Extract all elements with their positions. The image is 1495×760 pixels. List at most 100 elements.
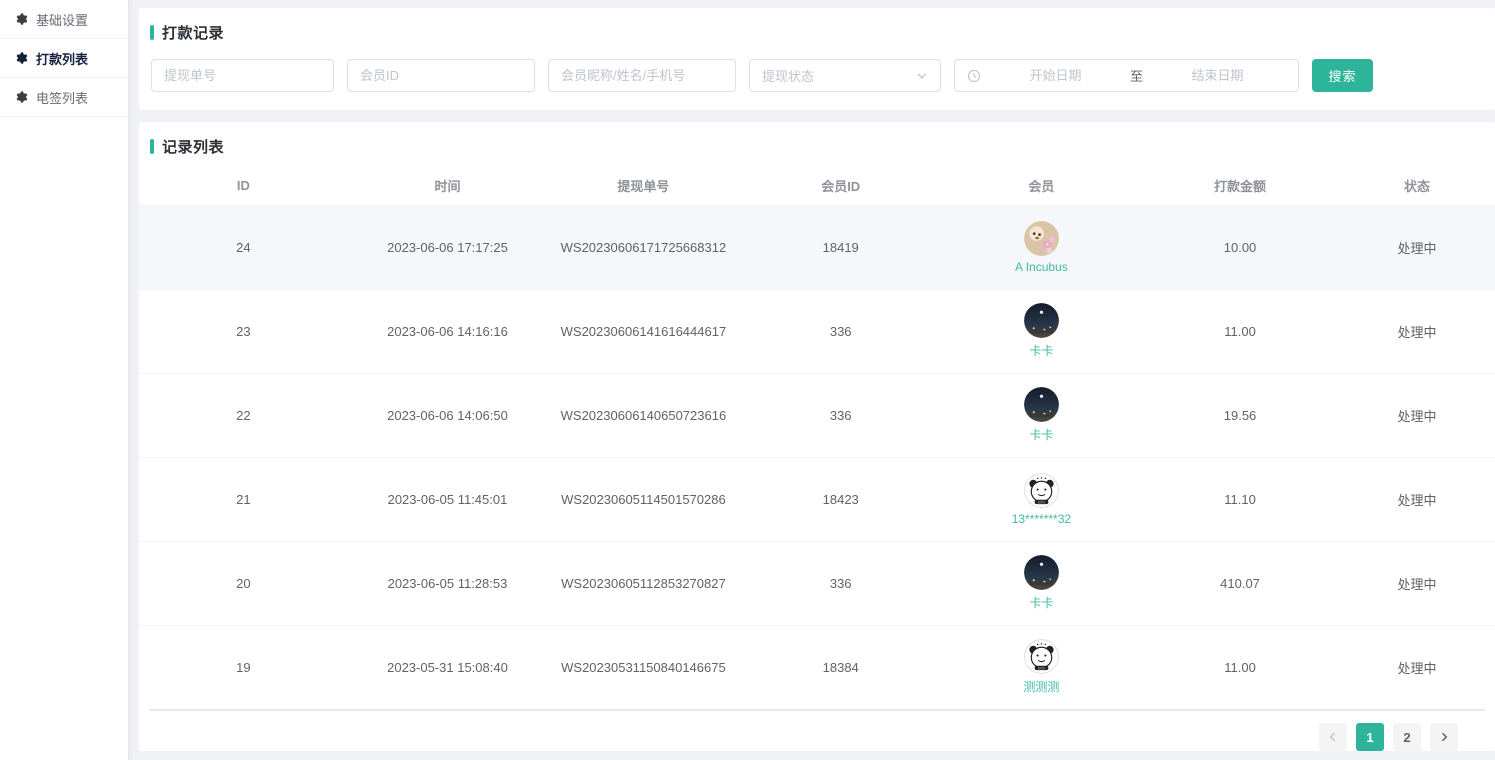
cell-time: 2023-05-31 15:08:40 [348, 625, 547, 709]
cell-status: 处理中 [1339, 289, 1495, 373]
cell-time: 2023-06-06 14:06:50 [348, 373, 547, 457]
sidebar-item-label: 电签列表 [36, 88, 88, 107]
cell-time: 2023-06-05 11:45:01 [348, 457, 547, 541]
svg-text:表情包: 表情包 [1038, 500, 1046, 504]
cell-member: 卡卡 [942, 541, 1141, 625]
cell-amount: 11.00 [1141, 625, 1339, 709]
cell-member-id: 336 [740, 373, 942, 457]
cell-amount: 10.00 [1141, 205, 1339, 289]
cell-member-id: 18423 [740, 457, 942, 541]
chevron-right-icon [1438, 731, 1450, 743]
prev-page-button[interactable] [1319, 723, 1347, 751]
chevron-left-icon [1327, 731, 1339, 743]
table-row: 23 2023-06-06 14:16:16 WS202306061416164… [139, 289, 1495, 373]
panda-meme-avatar: 表情包 [1024, 473, 1059, 508]
chevron-down-icon [916, 70, 928, 82]
member-id-input[interactable] [347, 59, 535, 92]
cell-id: 23 [139, 289, 348, 373]
cell-id: 19 [139, 625, 348, 709]
next-page-button[interactable] [1430, 723, 1458, 751]
member-name-link[interactable]: A Incubus [1015, 260, 1068, 274]
filter-row: 提现状态 至 搜索 [150, 59, 1479, 92]
clock-icon [967, 69, 981, 83]
cell-member-id: 18384 [740, 625, 942, 709]
records-panel-title: 记录列表 [139, 136, 1495, 157]
column-header: 状态 [1339, 167, 1495, 205]
gear-icon [14, 51, 28, 65]
cell-order-no: WS20230606141616444617 [547, 289, 740, 373]
end-date-input[interactable] [1149, 68, 1286, 83]
sidebar-item-基础设置[interactable]: 基础设置 [0, 0, 128, 39]
cell-id: 20 [139, 541, 348, 625]
gear-icon [14, 12, 28, 26]
cell-order-no: WS20230606171725668312 [547, 205, 740, 289]
cell-status: 处理中 [1339, 625, 1495, 709]
cell-member-id: 336 [740, 289, 942, 373]
withdraw-no-input[interactable] [151, 59, 334, 92]
sidebar-item-label: 基础设置 [36, 10, 88, 29]
cell-order-no: WS20230605114501570286 [547, 457, 740, 541]
cell-id: 24 [139, 205, 348, 289]
cell-status: 处理中 [1339, 541, 1495, 625]
search-button[interactable]: 搜索 [1312, 59, 1373, 92]
start-date-input[interactable] [987, 68, 1124, 83]
column-header: 时间 [348, 167, 547, 205]
pagination: 12 [139, 711, 1495, 751]
cell-member: 卡卡 [942, 289, 1141, 373]
cell-time: 2023-06-06 14:16:16 [348, 289, 547, 373]
cell-time: 2023-06-05 11:28:53 [348, 541, 547, 625]
member-name-input[interactable] [548, 59, 736, 92]
cell-id: 21 [139, 457, 348, 541]
table-row: 21 2023-06-05 11:45:01 WS202306051145015… [139, 457, 1495, 541]
filter-panel-title-text: 打款记录 [162, 22, 224, 43]
table-row: 19 2023-05-31 15:08:40 WS202305311508401… [139, 625, 1495, 709]
cell-amount: 410.07 [1141, 541, 1339, 625]
cell-amount: 19.56 [1141, 373, 1339, 457]
cell-member: 卡卡 [942, 373, 1141, 457]
sidebar-item-label: 打款列表 [36, 49, 88, 68]
status-select-placeholder: 提现状态 [762, 66, 814, 85]
panda-meme-avatar: 表情包 [1024, 639, 1059, 674]
night-scene-avatar [1024, 303, 1059, 338]
cell-status: 处理中 [1339, 457, 1495, 541]
member-name-link[interactable]: 卡卡 [1029, 594, 1053, 611]
date-range-picker[interactable]: 至 [954, 59, 1299, 92]
main-content: 打款记录 提现状态 至 搜索 [130, 0, 1495, 760]
filter-panel-title: 打款记录 [150, 22, 1479, 43]
title-accent-bar [150, 25, 154, 40]
dog-flowers-avatar [1024, 221, 1059, 256]
date-range-separator: 至 [1130, 66, 1143, 85]
table-row: 22 2023-06-06 14:06:50 WS202306061406507… [139, 373, 1495, 457]
member-name-link[interactable]: 卡卡 [1029, 342, 1053, 359]
member-name-link[interactable]: 卡卡 [1029, 426, 1053, 443]
cell-order-no: WS20230605112853270827 [547, 541, 740, 625]
member-name-link[interactable]: 测测测 [1023, 678, 1059, 695]
cell-id: 22 [139, 373, 348, 457]
cell-member-id: 18419 [740, 205, 942, 289]
night-scene-avatar [1024, 387, 1059, 422]
cell-amount: 11.10 [1141, 457, 1339, 541]
page-button-2[interactable]: 2 [1393, 723, 1421, 751]
cell-order-no: WS20230531150840146675 [547, 625, 740, 709]
cell-member: 表情包 13*******32 [942, 457, 1141, 541]
title-accent-bar [150, 139, 154, 154]
page-button-1[interactable]: 1 [1356, 723, 1384, 751]
filter-panel: 打款记录 提现状态 至 搜索 [139, 8, 1495, 110]
sidebar-item-电签列表[interactable]: 电签列表 [0, 78, 128, 117]
records-table: ID时间提现单号会员ID会员打款金额状态 24 2023-06-06 17:17… [139, 167, 1495, 709]
member-name-link[interactable]: 13*******32 [1012, 512, 1071, 526]
column-header: ID [139, 167, 348, 205]
withdraw-status-select[interactable]: 提现状态 [749, 59, 941, 92]
cell-member: 表情包 测测测 [942, 625, 1141, 709]
sidebar: 基础设置打款列表电签列表 [0, 0, 129, 760]
cell-order-no: WS20230606140650723616 [547, 373, 740, 457]
records-panel-title-text: 记录列表 [162, 136, 224, 157]
gear-icon [14, 90, 28, 104]
sidebar-item-打款列表[interactable]: 打款列表 [0, 39, 128, 78]
svg-text:表情包: 表情包 [1038, 666, 1046, 670]
table-header-row: ID时间提现单号会员ID会员打款金额状态 [139, 167, 1495, 205]
column-header: 打款金额 [1141, 167, 1339, 205]
table-row: 20 2023-06-05 11:28:53 WS202306051128532… [139, 541, 1495, 625]
column-header: 提现单号 [547, 167, 740, 205]
cell-member: A Incubus [942, 205, 1141, 289]
